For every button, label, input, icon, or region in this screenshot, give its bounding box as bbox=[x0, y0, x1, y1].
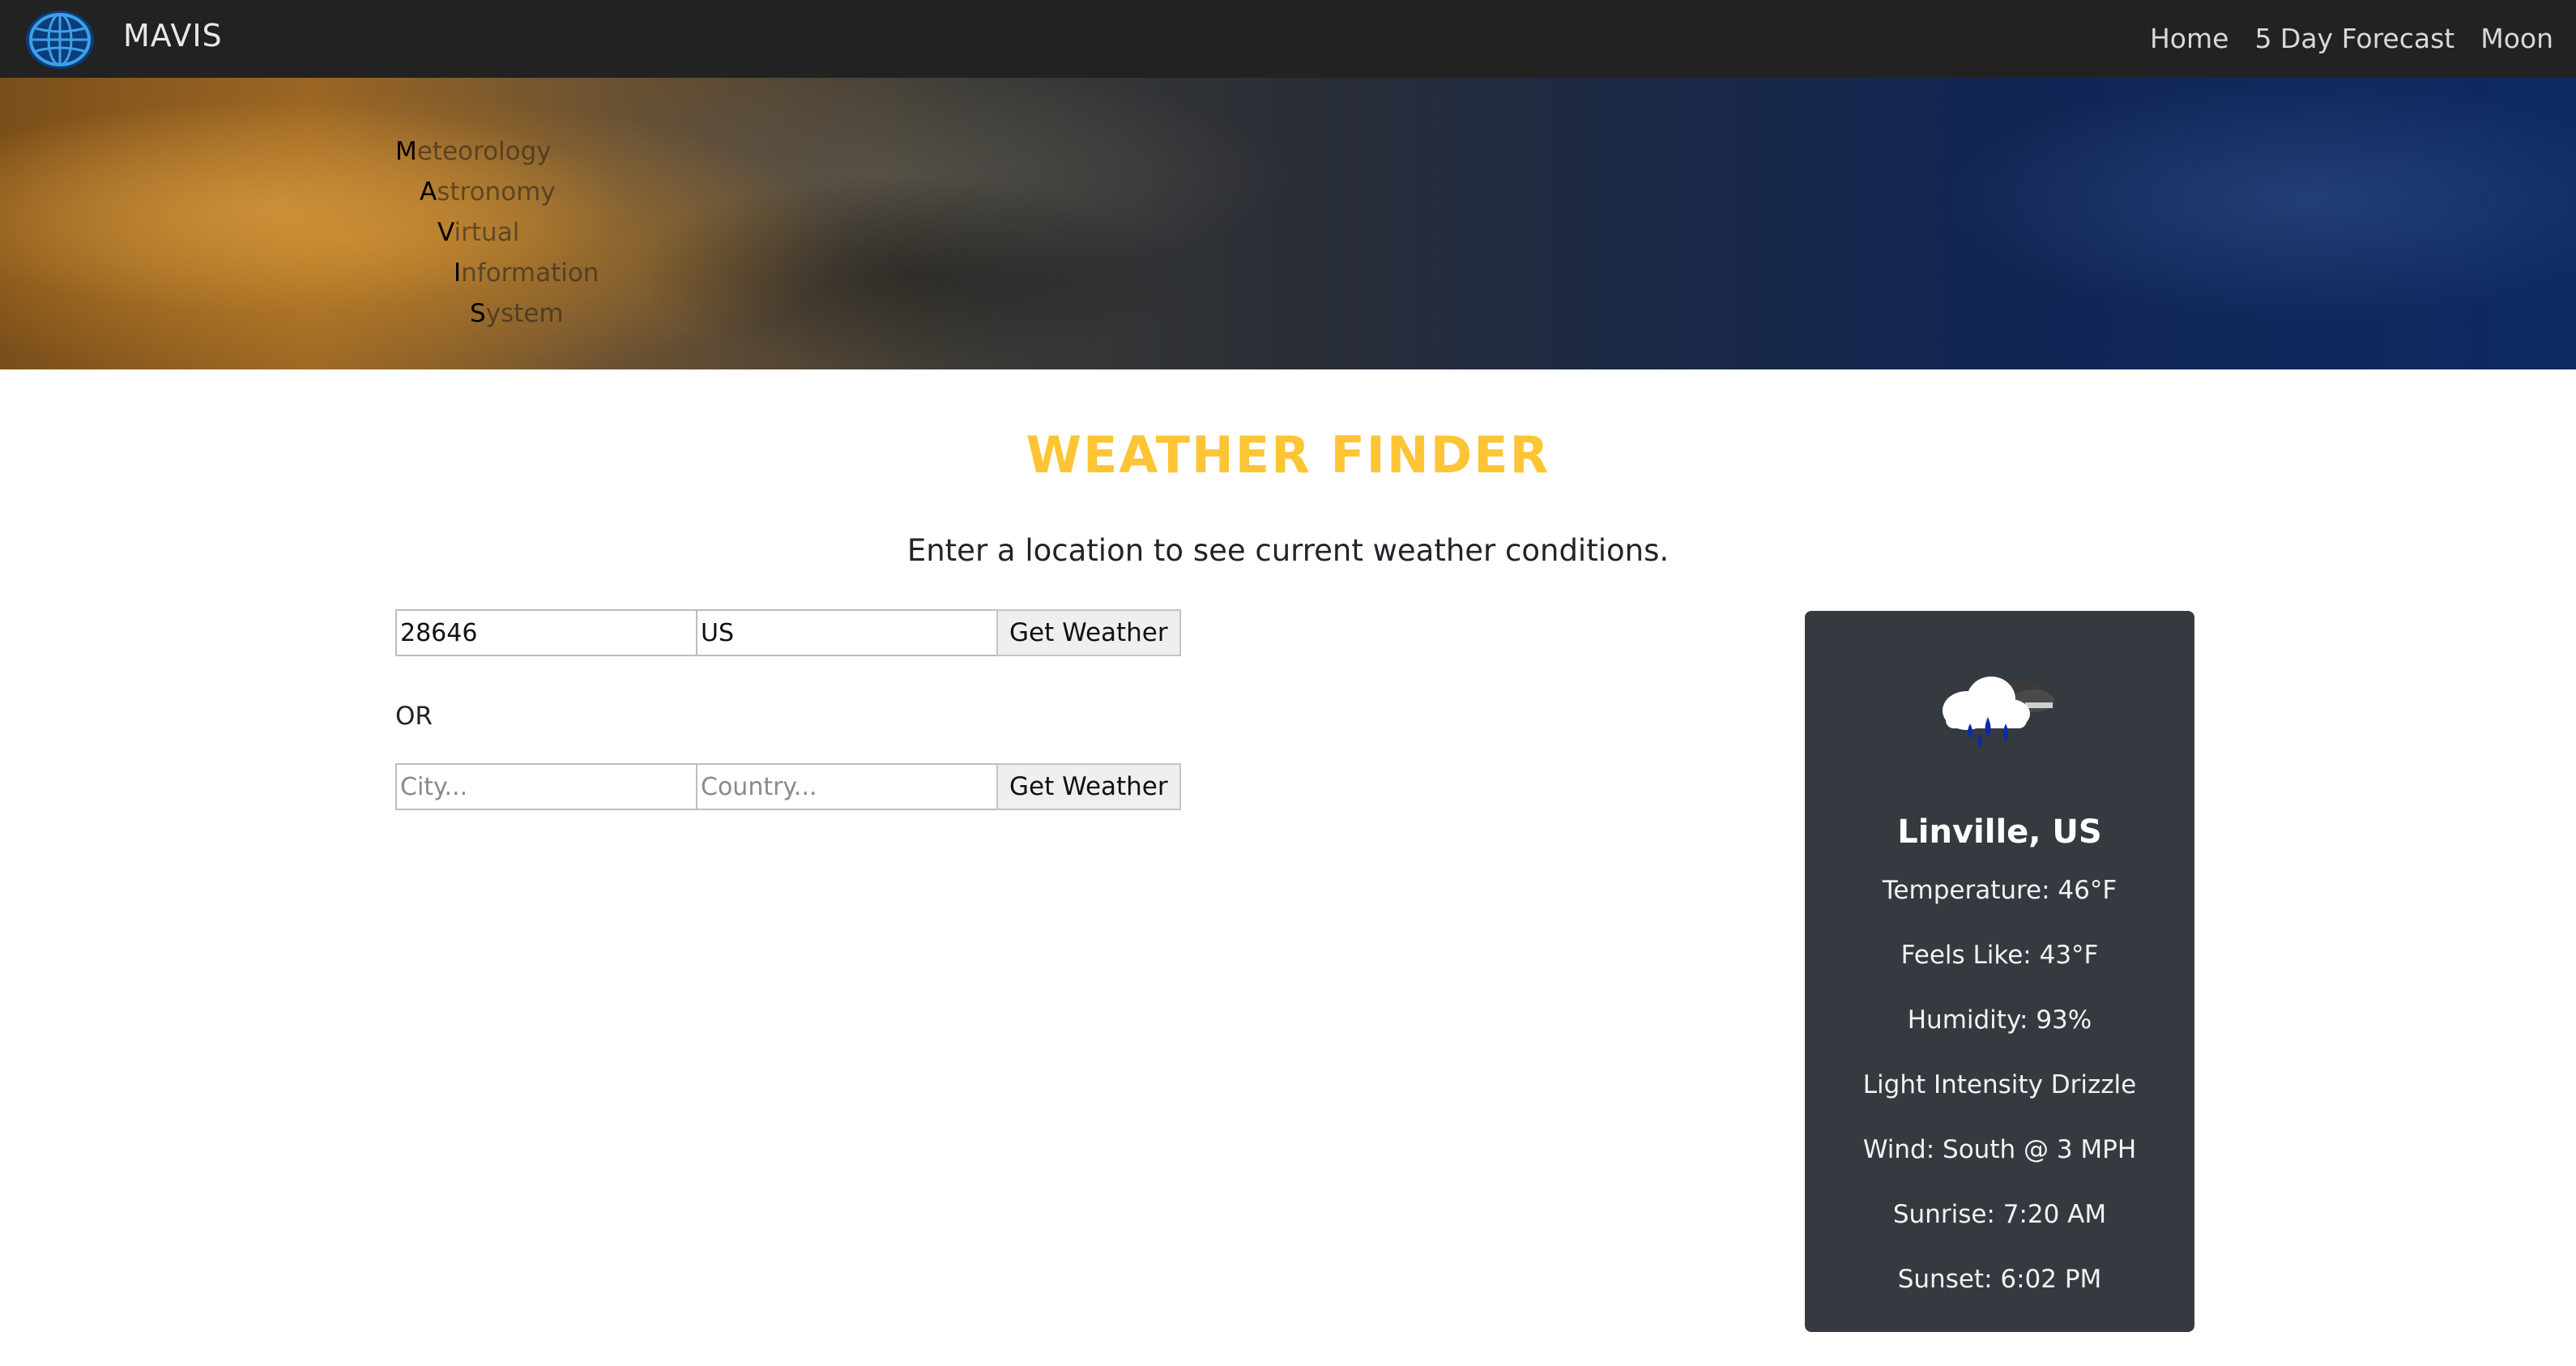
city-search-form: Get Weather bbox=[395, 763, 1181, 810]
nav-link-moon[interactable]: Moon bbox=[2480, 21, 2553, 57]
nav-link-5-day-forecast[interactable]: 5 Day Forecast bbox=[2254, 21, 2454, 57]
country-input[interactable] bbox=[696, 763, 998, 810]
nav-link-home[interactable]: Home bbox=[2150, 21, 2228, 57]
weather-humidity: Humidity: 93% bbox=[1907, 1005, 2092, 1035]
weather-sunrise: Sunrise: 7:20 AM bbox=[1892, 1200, 2107, 1229]
acronym-line-s: System bbox=[470, 299, 564, 328]
weather-description: Light Intensity Drizzle bbox=[1862, 1070, 2137, 1099]
acronym-line-m: Meteorology bbox=[395, 137, 552, 166]
zip-country-input[interactable] bbox=[696, 609, 998, 656]
weather-card: Linville, US Temperature: 46°F Feels Lik… bbox=[1805, 611, 2194, 1332]
hero-banner: Meteorology Astronomy Virtual Informatio… bbox=[0, 78, 2576, 369]
weather-feels-like: Feels Like: 43°F bbox=[1900, 941, 2099, 970]
page-title: WEATHER FINDER bbox=[1026, 425, 1550, 485]
get-weather-city-button[interactable]: Get Weather bbox=[996, 763, 1181, 810]
acronym-line-v: Virtual bbox=[437, 218, 520, 247]
weather-sunset: Sunset: 6:02 PM bbox=[1897, 1265, 2102, 1294]
weather-location: Linville, US bbox=[1897, 813, 2102, 851]
weather-temperature: Temperature: 46°F bbox=[1882, 876, 2118, 905]
weather-wind: Wind: South @ 3 MPH bbox=[1862, 1135, 2137, 1164]
acronym-line-i: Information bbox=[454, 258, 599, 288]
or-label: OR bbox=[395, 702, 433, 731]
acronym-block: Meteorology Astronomy Virtual Informatio… bbox=[395, 131, 599, 334]
acronym-line-a: Astronomy bbox=[420, 177, 556, 207]
navbar: MAVIS Home 5 Day Forecast Moon bbox=[0, 0, 2576, 78]
city-input[interactable] bbox=[395, 763, 697, 810]
brand-name[interactable]: MAVIS bbox=[123, 16, 223, 55]
get-weather-zip-button[interactable]: Get Weather bbox=[996, 609, 1181, 656]
nav-links: Home 5 Day Forecast Moon bbox=[2150, 21, 2553, 57]
rain-cloud-icon bbox=[1943, 677, 2054, 748]
globe-logo-icon[interactable] bbox=[24, 7, 96, 72]
page-subtitle: Enter a location to see current weather … bbox=[906, 533, 1670, 568]
zip-input[interactable] bbox=[395, 609, 697, 656]
zip-search-form: Get Weather bbox=[395, 609, 1181, 656]
